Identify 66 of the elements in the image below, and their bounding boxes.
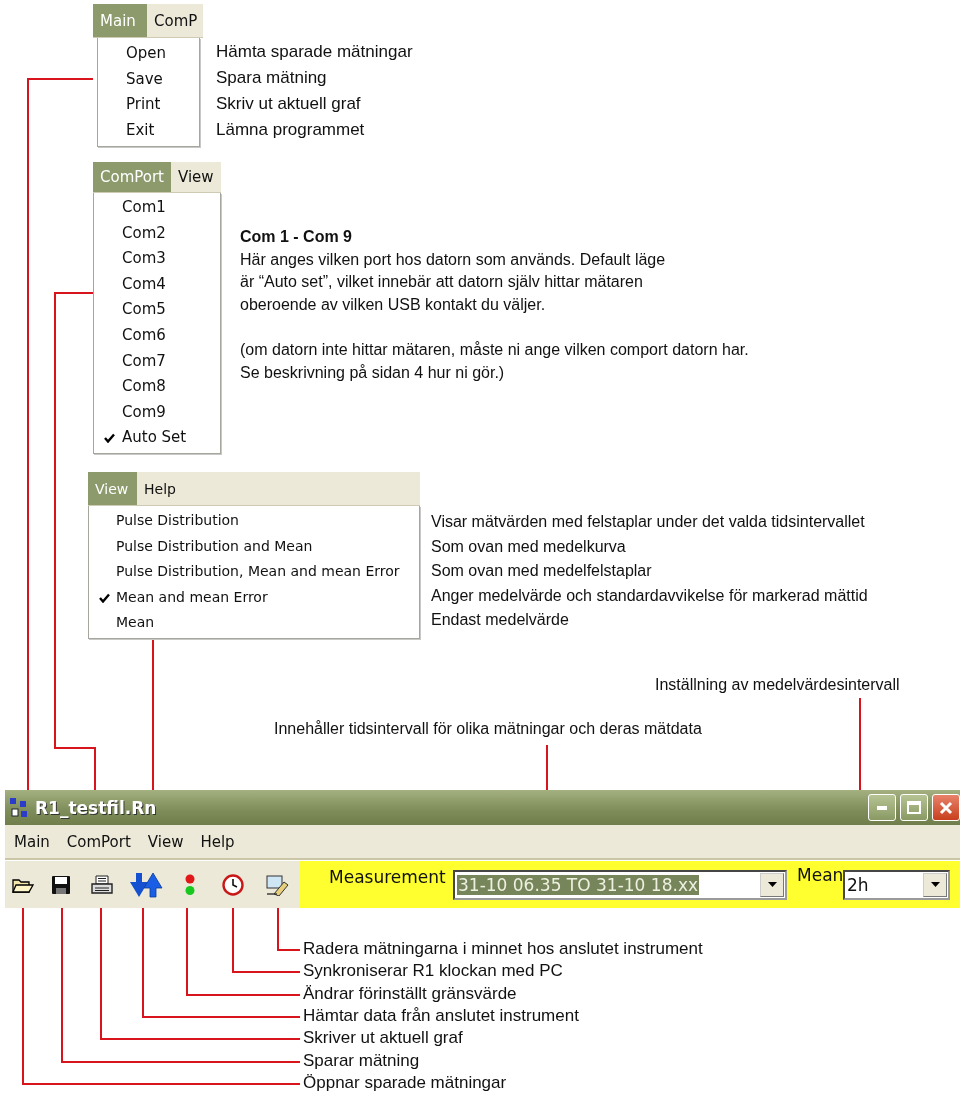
annotation-text: Endast medelvärde	[431, 610, 569, 631]
mean-dropdown[interactable]: 2h	[843, 869, 950, 900]
menu-item[interactable]: Com1	[94, 195, 220, 221]
note-paragraph: (om datorn inte hittar mätaren, måste ni ange vilken comport datorn har. Se beskrivning på sidan 4 hur ni gör.)	[240, 340, 749, 383]
annotation-text: Synkroniserar R1 klockan med PC	[303, 961, 563, 981]
annotation-text: Som ovan med medelkurva	[431, 536, 626, 557]
menu-item[interactable]: Open	[98, 41, 199, 67]
menu-tab[interactable]: Help	[137, 472, 197, 505]
menu-item[interactable]: Com6	[94, 322, 220, 349]
menu-item[interactable]: Save	[98, 66, 199, 93]
menu-item[interactable]: Com3	[94, 246, 220, 272]
field-label: Measurement	[329, 867, 447, 887]
menu-tab[interactable]: View	[171, 162, 221, 192]
annotation-text: Skriv ut aktuell graf	[216, 94, 361, 114]
dropdown-arrow-icon	[767, 882, 777, 887]
eraser-icon[interactable]	[265, 873, 290, 896]
annotation-text: Spara mätning	[216, 68, 327, 88]
annotation-text: Hämta sparade mätningar	[216, 42, 413, 62]
annotation-text: Radera mätningarna i minnet hos anslutet instrument	[303, 939, 703, 959]
menu-item[interactable]: Pulse Distribution and Mean	[89, 533, 419, 560]
clock-icon[interactable]	[221, 873, 244, 896]
printer-icon[interactable]	[89, 874, 114, 895]
annotation-text: Hämtar data från anslutet instrument	[303, 1006, 579, 1026]
traffic-light-icon[interactable]	[183, 873, 196, 896]
field-label: Mean	[797, 865, 843, 885]
minimize-icon	[877, 805, 887, 810]
menu-item[interactable]: Mean and mean Error	[89, 584, 419, 611]
menu-item[interactable]: View	[147, 832, 193, 851]
annotation-text: Anger medelvärde och standardavvikelse för markerad mättid	[431, 585, 868, 606]
annotation-text: Sparar mätning	[303, 1051, 420, 1071]
close-icon	[939, 800, 953, 815]
close-button[interactable]	[932, 794, 960, 821]
annotation-text: Visar mätvärden med felstaplar under det valda tidsintervallet	[431, 512, 865, 532]
window-title: R1_testfil.Rn	[35, 797, 157, 818]
leader-line	[546, 744, 548, 791]
annotation-text: Lämna programmet	[216, 120, 365, 140]
folder-icon[interactable]	[12, 876, 35, 893]
menu-tab[interactable]: ComP	[147, 4, 203, 37]
menu-item[interactable]: Com5	[94, 297, 220, 323]
menu-item[interactable]: Com8	[94, 374, 220, 400]
menu-item[interactable]: Help	[200, 832, 244, 851]
note-paragraph: Här anges vilken port hos datorn som används. Default läge är “Auto set”, vilket innebär att datorn själv hittar mätaren oberoende av vilken USB kontakt du väljer.	[240, 249, 667, 315]
maximize-button[interactable]	[900, 794, 928, 821]
menu-item[interactable]: Pulse Distribution, Mean and mean Error	[89, 559, 419, 585]
annotation-text: Ändrar förinställt gränsvärde	[303, 984, 517, 1004]
annotation-text: Skriver ut aktuell graf	[303, 1028, 463, 1048]
minimize-button[interactable]	[868, 794, 896, 821]
menu-item[interactable]: Pulse Distribution	[89, 508, 419, 534]
app-icon	[9, 796, 29, 819]
menu-item[interactable]: Com2	[94, 220, 220, 247]
menu-item[interactable]: Mean	[89, 610, 419, 636]
menu-item[interactable]: Main	[14, 832, 59, 851]
menu-item[interactable]: Print	[98, 92, 199, 118]
annotation-text: Inställning av medelvärdesintervall	[655, 675, 900, 695]
menu-item[interactable]: Com7	[94, 348, 220, 375]
maximize-icon	[907, 801, 921, 814]
annotation-text: Som ovan med medelfelstaplar	[431, 561, 652, 582]
menu-item[interactable]: Auto Set	[94, 425, 220, 451]
menu-item[interactable]: Com4	[94, 271, 220, 298]
note-heading: Com 1 - Com 9	[240, 227, 353, 247]
menu-item[interactable]: ComPort	[66, 832, 140, 851]
menu-item[interactable]: Exit	[98, 117, 199, 144]
annotation-text: Innehåller tidsintervall för olika mätningar och deras mätdata	[274, 719, 702, 739]
menu-item[interactable]: Com9	[94, 399, 220, 426]
annotation-text: Öppnar sparade mätningar	[303, 1073, 507, 1093]
dropdown-arrow-icon	[930, 882, 940, 887]
